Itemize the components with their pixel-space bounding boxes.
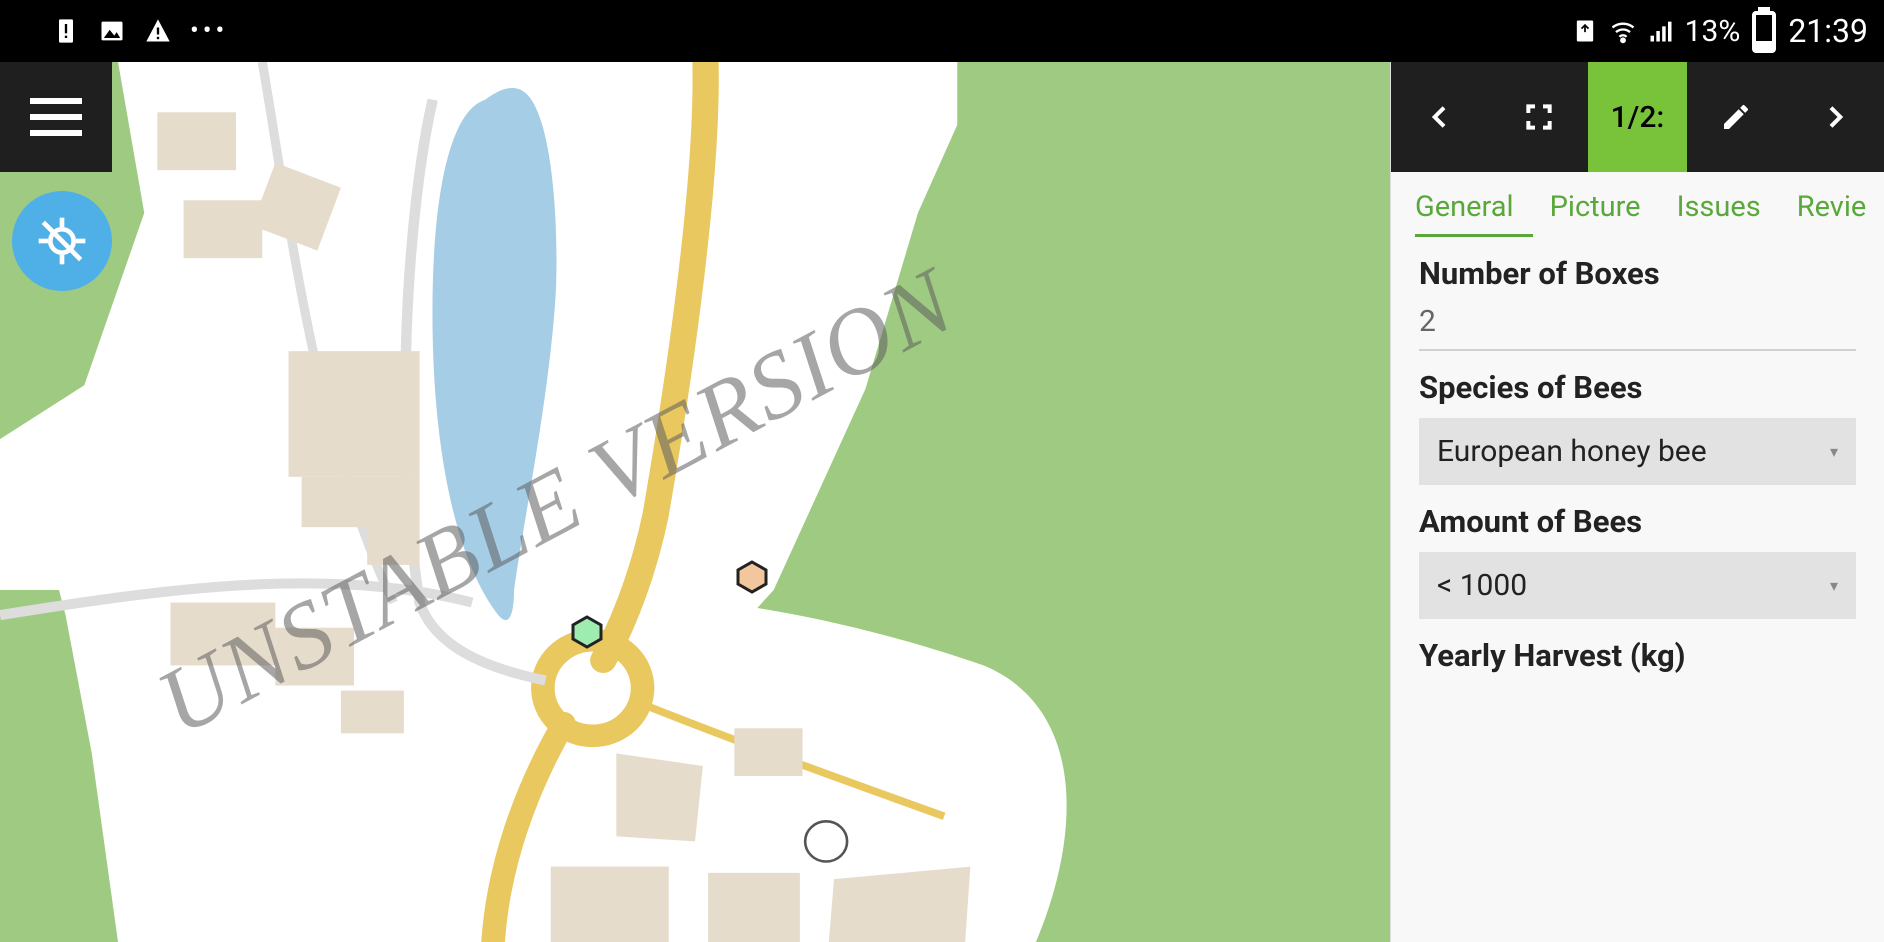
battery-percent: 13% xyxy=(1685,14,1741,49)
field-label: Amount of Bees xyxy=(1419,503,1856,540)
clock-text: 21:39 xyxy=(1788,12,1868,50)
next-button[interactable] xyxy=(1785,62,1884,172)
tab-issues[interactable]: Issues xyxy=(1677,190,1761,224)
chevron-down-icon: ▾ xyxy=(1830,442,1838,461)
edit-button[interactable] xyxy=(1687,62,1786,172)
amount-value: < 1000 xyxy=(1437,568,1527,603)
recycle-icon xyxy=(1571,17,1599,45)
map-marker-hex[interactable] xyxy=(735,560,769,594)
ellipsis-icon: ••• xyxy=(190,16,228,46)
species-value: European honey bee xyxy=(1437,434,1707,469)
form-panel: Number of Boxes 2 Species of Bees Europe… xyxy=(1391,237,1884,692)
fullscreen-button[interactable] xyxy=(1490,62,1589,172)
tab-review[interactable]: Revie xyxy=(1797,190,1867,224)
menu-button[interactable] xyxy=(0,62,112,172)
panel-toolbar: 1/2: xyxy=(1391,62,1884,172)
warning-icon xyxy=(144,17,172,45)
number-of-boxes-value[interactable]: 2 xyxy=(1419,304,1856,351)
species-select[interactable]: European honey bee ▾ xyxy=(1419,418,1856,485)
tab-picture[interactable]: Picture xyxy=(1550,190,1641,224)
wifi-icon xyxy=(1609,17,1637,45)
image-icon xyxy=(98,17,126,45)
alert-icon xyxy=(52,17,80,45)
status-bar: ••• 13% 21:39 xyxy=(0,0,1884,62)
detail-panel: 1/2: General Picture Issues Revie Number… xyxy=(1390,62,1884,942)
map-marker-hex[interactable] xyxy=(570,615,604,649)
field-label: Number of Boxes xyxy=(1419,255,1856,292)
signal-icon xyxy=(1647,17,1675,45)
prev-button[interactable] xyxy=(1391,62,1490,172)
counter-text: 1/2: xyxy=(1611,100,1665,135)
field-label: Yearly Harvest (kg) xyxy=(1419,637,1856,674)
tabs-bar: General Picture Issues Revie xyxy=(1391,172,1884,228)
gps-off-button[interactable] xyxy=(12,191,112,291)
counter-indicator[interactable]: 1/2: xyxy=(1588,62,1687,172)
map-view[interactable]: UNSTABLE VERSION xyxy=(0,62,1390,942)
battery-icon xyxy=(1750,17,1778,45)
chevron-down-icon: ▾ xyxy=(1830,576,1838,595)
tab-general[interactable]: General xyxy=(1415,190,1514,224)
field-label: Species of Bees xyxy=(1419,369,1856,406)
amount-select[interactable]: < 1000 ▾ xyxy=(1419,552,1856,619)
